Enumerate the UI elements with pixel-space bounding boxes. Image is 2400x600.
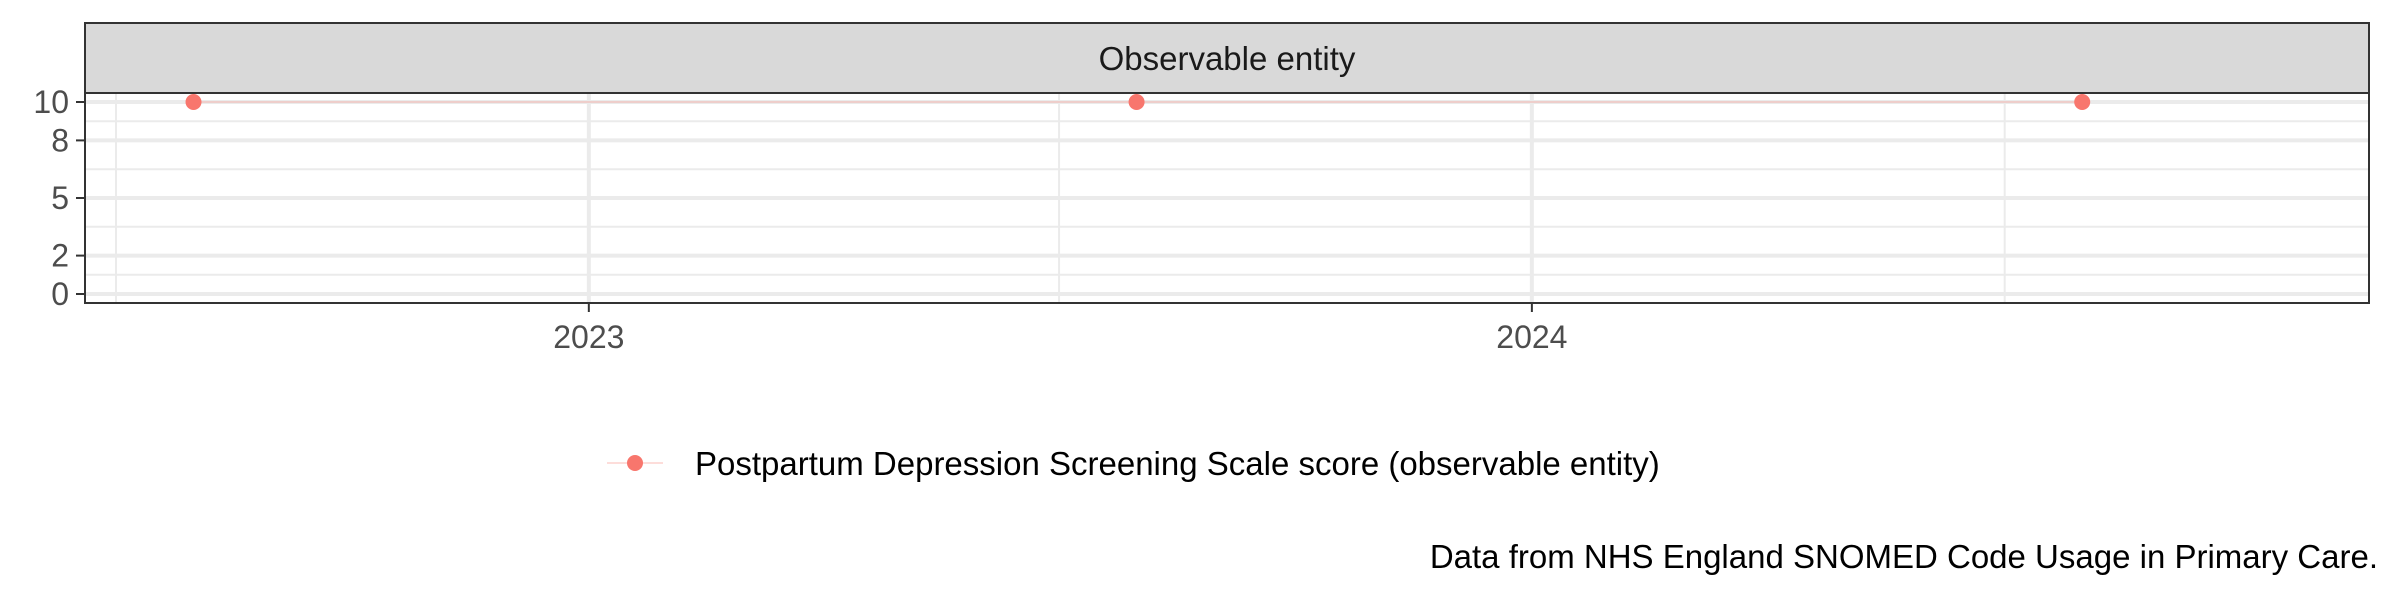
y-tick-label: 8 bbox=[51, 122, 69, 158]
chart-caption: Data from NHS England SNOMED Code Usage … bbox=[1430, 538, 2378, 575]
x-tick-label: 2024 bbox=[1496, 319, 1567, 355]
y-axis: 02 5 810 bbox=[33, 84, 85, 312]
facet-strip: Observable entity bbox=[84, 22, 2370, 94]
data-point bbox=[2074, 94, 2091, 110]
y-tick-label: 5 bbox=[51, 180, 69, 216]
x-axis: 2023 2024 bbox=[553, 303, 1567, 355]
facet-strip-label: Observable entity bbox=[1099, 40, 1356, 77]
y-tick-label: 10 bbox=[33, 84, 69, 120]
y-tick-label: 2 bbox=[51, 238, 69, 274]
data-point bbox=[1128, 94, 1145, 110]
legend-label: Postpartum Depression Screening Scale sc… bbox=[695, 445, 1660, 482]
y-tick-label: 0 bbox=[51, 276, 69, 312]
chart: Observable entity 02 5 810 2023 2024 Postpa… bbox=[33, 22, 2378, 575]
x-tick-label: 2023 bbox=[553, 319, 624, 355]
legend-key-point bbox=[627, 455, 643, 471]
data-point bbox=[185, 94, 202, 110]
legend: Postpartum Depression Screening Scale sc… bbox=[607, 445, 1660, 482]
